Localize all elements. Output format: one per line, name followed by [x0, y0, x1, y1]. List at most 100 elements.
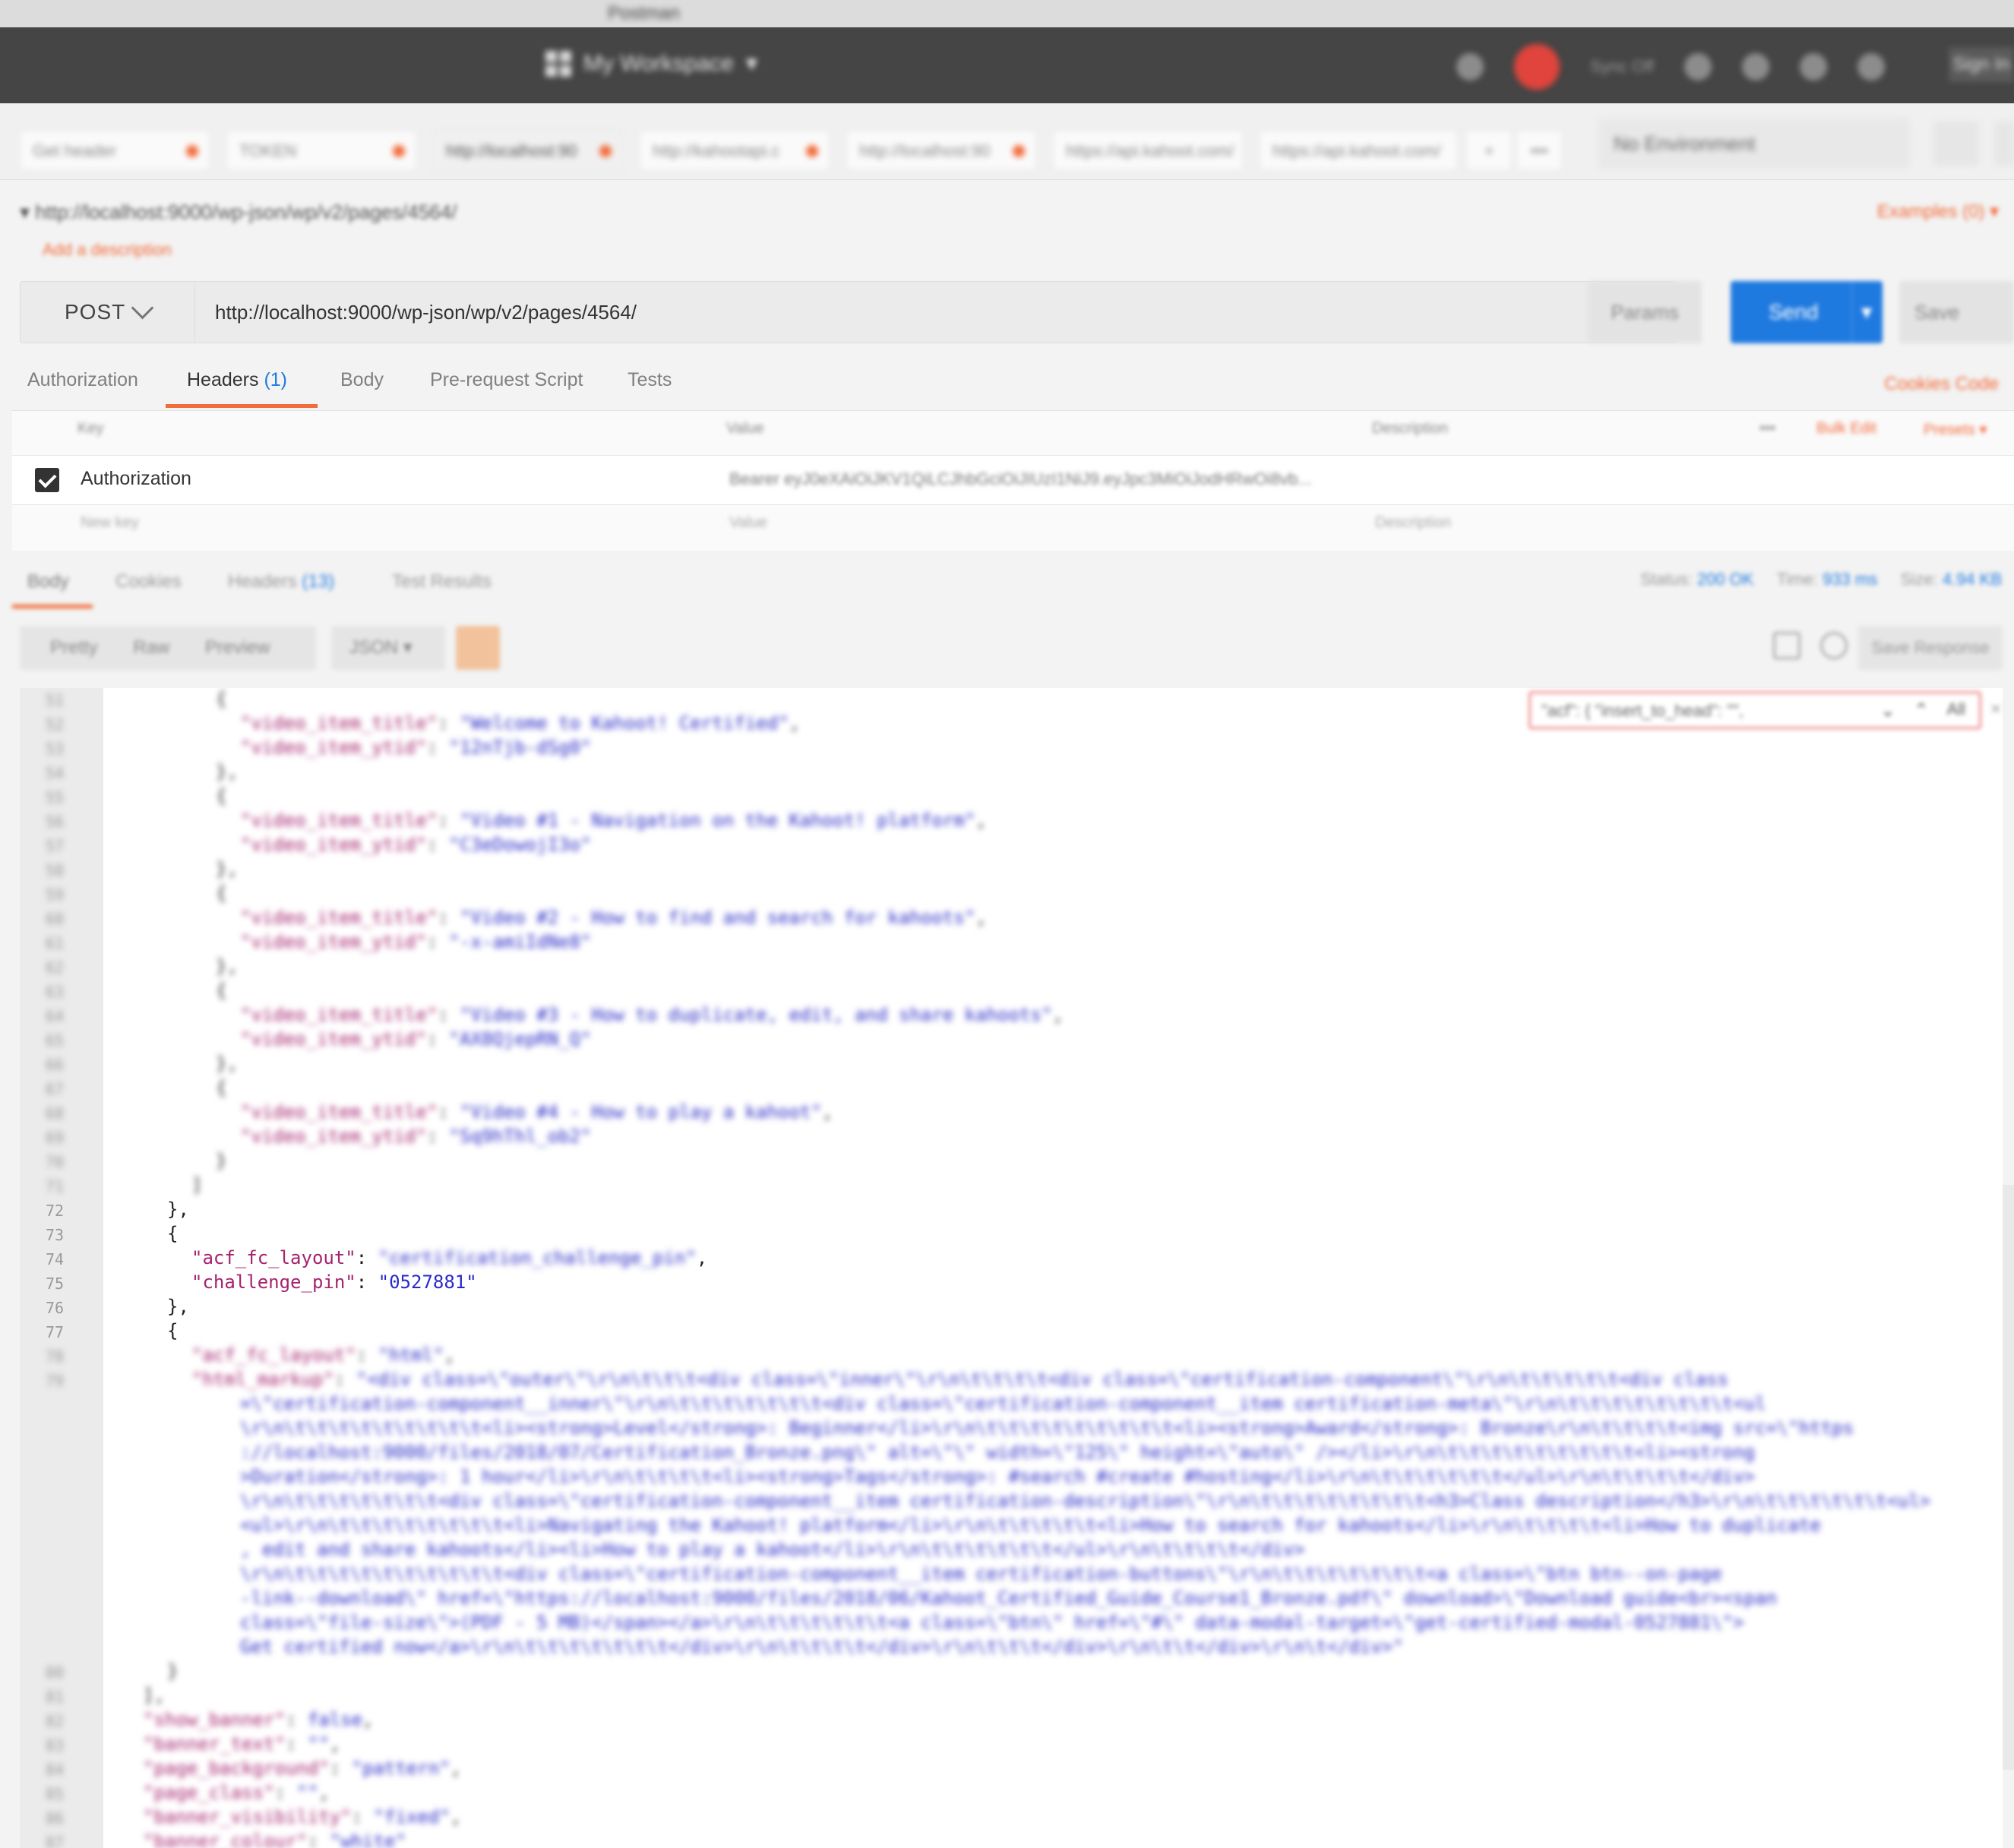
find-all-icon[interactable]: All — [1947, 700, 1965, 719]
eye-icon[interactable] — [1933, 122, 1979, 166]
heart-icon[interactable] — [1857, 53, 1885, 81]
refresh-icon[interactable] — [1684, 53, 1712, 81]
line-number: 87 — [46, 1834, 65, 1848]
line-number: 57 — [46, 837, 65, 855]
request-tab[interactable]: http://localhost:90 — [846, 131, 1036, 170]
code-line: \r\n\t\t\t\t\t\t\t<div class=\"certifica… — [240, 1490, 1931, 1512]
os-title-bar: Postman — [0, 0, 2014, 28]
code-line: { — [216, 883, 227, 904]
wrench-icon[interactable] — [1742, 53, 1769, 81]
new-description-input[interactable]: Description — [1375, 514, 1451, 532]
code-line: "banner_text": "", — [143, 1733, 341, 1755]
line-number: 76 — [46, 1299, 65, 1317]
wrap-lines-icon[interactable] — [456, 626, 500, 670]
response-body-editor[interactable]: {51 "video_item_title": "Welcome to Kahoo… — [20, 688, 2003, 1848]
code-line: "page_class": "", — [143, 1782, 330, 1803]
code-line: "video_item_ytid": "AX8QjepRN_Q" — [240, 1028, 592, 1050]
line-number: 86 — [46, 1809, 65, 1827]
save-response-button[interactable]: Save Response — [1858, 626, 2003, 670]
header-key[interactable]: Authorization — [81, 468, 191, 490]
line-number: 64 — [46, 1007, 65, 1025]
bulk-edit-link[interactable]: Bulk Edit — [1816, 420, 1876, 438]
close-icon[interactable]: × — [1990, 699, 2001, 720]
line-number: 75 — [46, 1275, 65, 1293]
add-tab-plus-icon[interactable]: + — [1466, 131, 1512, 170]
resp-tab-headers[interactable]: Headers (13) — [228, 571, 334, 592]
line-number: 77 — [46, 1323, 65, 1341]
code-line: } — [167, 1660, 179, 1682]
line-number: 61 — [46, 934, 65, 952]
line-number: 63 — [46, 983, 65, 1001]
tab-tests[interactable]: Tests — [628, 369, 672, 391]
caret-down-icon[interactable]: ▾ — [1861, 281, 1872, 343]
presets-link[interactable]: Presets ▾ — [1924, 420, 1987, 439]
request-tab[interactable]: https://api.kahoot.com/ — [1053, 131, 1243, 170]
new-value-input[interactable]: Value — [729, 514, 767, 532]
settings-icon[interactable] — [1994, 122, 2014, 166]
satellite-icon[interactable] — [1456, 53, 1484, 81]
add-description-link[interactable]: Add a description — [43, 240, 172, 260]
tab-authorization[interactable]: Authorization — [27, 369, 138, 391]
line-number: 54 — [46, 764, 65, 782]
view-mode-segmented: Pretty Raw Preview — [20, 626, 316, 670]
cookies-code-links[interactable]: Cookies Code — [1884, 374, 1999, 395]
find-next-icon[interactable]: ⌄ — [1880, 700, 1895, 722]
tab-headers[interactable]: Headers (1) — [187, 369, 287, 391]
copy-icon[interactable] — [1773, 632, 1801, 659]
header-icons: Sync Off — [1456, 44, 1968, 90]
workspace-grid-icon — [545, 50, 571, 77]
request-tab[interactable]: Get header — [20, 131, 210, 170]
code-line: \r\n\t\t\t\t\t\t\t\t\t<li><strong>Level<… — [240, 1417, 1854, 1439]
request-tab[interactable]: https://api.kahoot.com/ — [1260, 131, 1457, 170]
scrollbar[interactable] — [2003, 1185, 2014, 1770]
more-icon[interactable]: ••• — [1759, 420, 1775, 438]
line-number: 71 — [46, 1177, 65, 1196]
workspace-switcher[interactable]: My Workspace ▾ — [545, 50, 757, 77]
header-value[interactable]: Bearer eyJ0eXAiOiJKV1QiLCJhbGciOiJIUzI1N… — [729, 469, 1312, 489]
format-select[interactable]: JSON ▾ — [331, 626, 445, 670]
code-line: { — [216, 980, 227, 1001]
method-select[interactable]: POST — [21, 282, 195, 343]
tab-body[interactable]: Body — [340, 369, 384, 391]
resp-tab-body[interactable]: Body — [27, 571, 69, 592]
code-line: "video_item_title": "Video #4 - How to p… — [240, 1101, 833, 1123]
line-number: 82 — [46, 1712, 65, 1730]
find-box[interactable]: "acf": { "insert_to_head": "", ⌄ ⌃ All — [1529, 691, 1981, 729]
new-key-input[interactable]: New key — [81, 514, 139, 532]
code-line: "video_item_title": "Video #2 - How to f… — [240, 907, 987, 928]
request-tab[interactable]: TOKEN — [226, 131, 416, 170]
params-button[interactable]: Params — [1588, 281, 1702, 343]
environment-select[interactable]: No Environment — [1598, 118, 1910, 169]
headers-table: Key Value Description ••• Bulk Edit Pres… — [12, 410, 2014, 551]
header-enabled-checkbox[interactable] — [35, 468, 59, 492]
line-number: 65 — [46, 1031, 65, 1050]
examples-link[interactable]: Examples (0) ▾ — [1877, 201, 1999, 223]
request-tab[interactable]: http://kahootapi.c — [640, 131, 830, 170]
sync-record-icon[interactable] — [1514, 44, 1560, 90]
find-input[interactable]: "acf": { "insert_to_head": "", — [1541, 701, 1744, 721]
sign-in-button[interactable]: Sign In — [1949, 47, 2014, 82]
request-title[interactable]: ▾ http://localhost:9000/wp-json/wp/v2/pa… — [20, 201, 457, 224]
code-line: "acf_fc_layout": "certification_challeng… — [191, 1247, 708, 1268]
url-input[interactable]: http://localhost:9000/wp-json/wp/v2/page… — [215, 282, 637, 343]
response-meta: Status: 200 OK Time: 933 ms Size: 4.94 K… — [1640, 570, 2002, 589]
send-button[interactable]: Send ▾ — [1731, 281, 1883, 343]
bell-icon[interactable] — [1800, 53, 1827, 81]
code-line: <ul>\r\n\t\t\t\t\t\t\t\t<li>Navigating t… — [240, 1515, 1821, 1536]
find-prev-icon[interactable]: ⌃ — [1914, 700, 1929, 722]
os-window-title: Postman — [608, 3, 680, 24]
view-preview[interactable]: Preview — [205, 637, 270, 658]
view-raw[interactable]: Raw — [133, 637, 169, 658]
resp-tab-cookies[interactable]: Cookies — [115, 571, 182, 592]
tab-pre-request-script[interactable]: Pre-request Script — [430, 369, 583, 391]
workspace-name: My Workspace — [583, 50, 734, 76]
sync-status: Sync Off — [1590, 57, 1654, 76]
search-icon[interactable] — [1820, 632, 1848, 659]
more-tabs-icon[interactable]: ••• — [1516, 131, 1562, 170]
code-line: "html_markup": "<div class=\"outer\"\r\n… — [191, 1369, 1728, 1390]
request-tab-active[interactable]: http://localhost:90 — [433, 131, 623, 170]
view-pretty[interactable]: Pretty — [50, 637, 98, 658]
resp-tab-test-results[interactable]: Test Results — [392, 571, 492, 592]
save-button[interactable]: Save — [1899, 281, 2014, 343]
col-key: Key — [77, 420, 104, 437]
